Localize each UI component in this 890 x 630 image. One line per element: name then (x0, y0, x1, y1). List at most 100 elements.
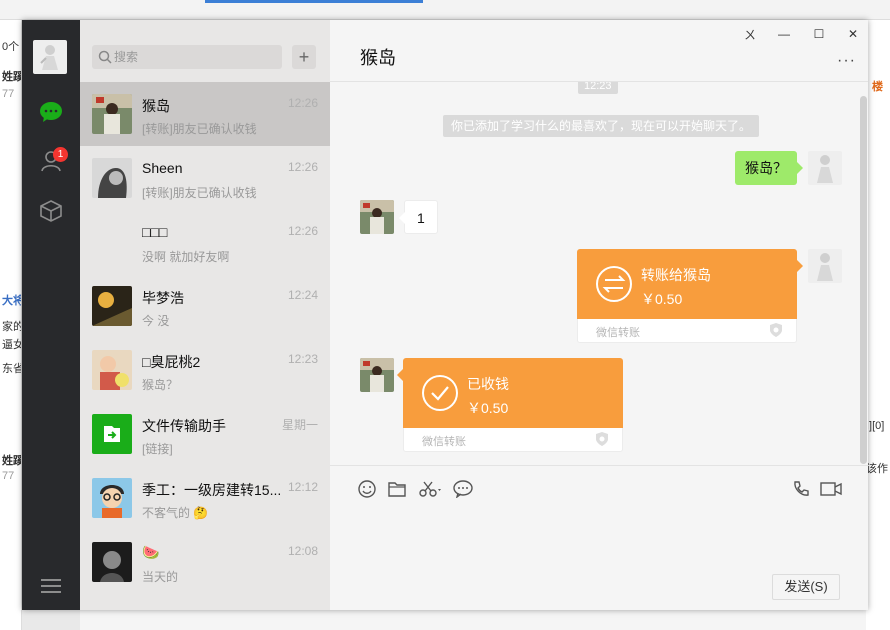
bg-text: 0个 (2, 41, 20, 53)
bg-text: 姓蹊 (2, 455, 22, 467)
contacts-badge: 1 (53, 147, 68, 162)
contact-avatar[interactable] (360, 200, 394, 234)
transfer-arrows-icon (595, 265, 633, 303)
background-right-window: 楼 I][0] 该作 (866, 20, 890, 630)
chat-name: □臭屁桃2 (142, 354, 201, 370)
chat-name: 🍉 (142, 544, 160, 560)
message-list: 12:23 你已添加了学习什么的最喜欢了，现在可以开始聊天了。 猴岛？ 1 转账… (330, 82, 868, 465)
minimize-button[interactable]: — (769, 24, 799, 44)
chat-preview: 不客气的 🤔 (142, 506, 209, 520)
chat-item-houdao[interactable]: 猴岛 12:26 [转账]朋友已确认收钱 (80, 82, 330, 146)
send-button[interactable]: 发送(S) (772, 574, 840, 600)
avatar (92, 350, 132, 390)
more-button[interactable]: ··· (837, 52, 856, 70)
wechat-window: 1 + 猴岛 12:26 [转账]朋友已确认收钱 (22, 20, 868, 610)
chat-preview: 没啊 就加好友啊 (142, 250, 230, 264)
chat-time: 12:26 (287, 96, 318, 110)
my-avatar[interactable] (808, 151, 842, 185)
add-button[interactable]: + (292, 45, 316, 69)
search-input[interactable] (114, 45, 274, 69)
bg-text: 77 (2, 88, 15, 100)
chat-item-choupitao[interactable]: □臭屁桃2 12:23 猴岛？ (80, 338, 330, 402)
chat-preview: [转账]朋友已确认收钱 (142, 186, 257, 200)
chat-preview: 当天的 (142, 570, 179, 584)
chat-preview: 猴岛？ (142, 378, 179, 392)
chat-time: 12:23 (287, 352, 318, 366)
avatar (92, 286, 132, 326)
chat-time: 12:26 (287, 224, 318, 238)
contact-message-bubble[interactable]: 1 (399, 200, 438, 234)
chat-time: 12:24 (287, 288, 318, 302)
check-circle-icon (421, 374, 459, 412)
close-button[interactable]: ✕ (838, 24, 868, 44)
background-bottom-strip (80, 608, 866, 630)
avatar[interactable] (33, 40, 67, 74)
menu-icon[interactable] (37, 572, 65, 600)
transfer-received-card[interactable]: 已收钱 ￥0.50 微信转账 (397, 358, 623, 452)
favorites-icon[interactable] (37, 197, 65, 225)
shield-icon (768, 322, 784, 338)
chat-item-bimenghao[interactable]: 毕梦浩 12:24 今 没 (80, 274, 330, 338)
chat-time: 12:26 (287, 160, 318, 174)
avatar (92, 222, 132, 262)
transfer-footer: 微信转账 (596, 327, 640, 339)
chat-name: □□□ (142, 224, 168, 240)
pin-icon[interactable]: ㄨ (735, 24, 765, 44)
file-transfer-icon (92, 414, 132, 454)
transfer-amount: ￥0.50 (467, 400, 509, 416)
transfer-title: 转账给猴岛 (641, 267, 711, 283)
chat-name: Sheen (142, 160, 183, 176)
avatar (92, 478, 132, 518)
chat-name: 毕梦浩 (142, 290, 184, 306)
chat-time: 12:12 (287, 480, 318, 494)
chat-time: 星期一 (281, 418, 318, 432)
sidebar-nav: 1 (22, 20, 80, 610)
bg-text: 东省 (2, 363, 22, 375)
message-scrollbar[interactable] (860, 96, 867, 464)
contact-avatar[interactable] (360, 358, 394, 392)
search-box (92, 45, 282, 69)
background-topbar (0, 0, 890, 20)
chat-item-watermelon[interactable]: 🍉 12:08 当天的 (80, 530, 330, 594)
bg-text: 逼女 (2, 339, 22, 351)
screenshot-scissors-icon[interactable] (418, 478, 444, 500)
emoji-icon[interactable] (356, 478, 378, 500)
chat-item-file-transfer[interactable]: 文件传输助手 星期一 [链接] (80, 402, 330, 466)
chat-time: 12:08 (287, 544, 318, 558)
maximize-button[interactable]: ☐ (804, 24, 834, 44)
folder-icon[interactable] (386, 478, 408, 500)
chat-history-icon[interactable] (452, 478, 474, 500)
shield-icon (594, 431, 610, 447)
transfer-out-card[interactable]: 转账给猴岛 ￥0.50 微信转账 (577, 249, 803, 343)
bg-text: 家的 (2, 321, 22, 333)
chat-name: 猴岛 (142, 98, 170, 114)
chat-header: 猴岛 ㄨ — ☐ ✕ ··· (330, 20, 868, 82)
my-avatar[interactable] (808, 249, 842, 283)
bg-text: 大将 (2, 295, 22, 307)
chat-list-panel: + 猴岛 12:26 [转账]朋友已确认收钱 Sheen 12:26 [转账]朋… (80, 20, 330, 610)
chat-preview: [链接] (142, 442, 173, 456)
bg-text: 楼 (872, 81, 883, 93)
avatar (92, 94, 132, 134)
chat-preview: 今 没 (142, 314, 170, 328)
bg-text: 该作 (866, 463, 888, 475)
chat-title: 猴岛 (360, 48, 396, 68)
avatar (92, 542, 132, 582)
chat-item-sheen[interactable]: Sheen 12:26 [转账]朋友已确认收钱 (80, 146, 330, 210)
background-left-window: 0个 姓蹊 77 大将 家的 逼女 东省 姓蹊 77 (0, 20, 22, 630)
input-area: 发送(S) (330, 465, 868, 610)
chat-item-unnamed[interactable]: □□□ 12:26 没啊 就加好友啊 (80, 210, 330, 274)
plus-icon: + (298, 47, 310, 67)
system-message: 你已添加了学习什么的最喜欢了，现在可以开始聊天了。 (443, 115, 760, 137)
avatar (92, 158, 132, 198)
bg-text: I][0] (866, 420, 885, 432)
bg-text: 77 (2, 470, 15, 482)
transfer-title: 已收钱 (467, 376, 509, 392)
chat-icon[interactable] (37, 98, 65, 126)
background-tab-indicator (205, 0, 423, 3)
my-message-bubble[interactable]: 猴岛？ (735, 151, 803, 185)
phone-icon[interactable] (790, 478, 812, 500)
chat-item-jigong[interactable]: 季工：一级房建转15... 12:12 不客气的 🤔 (80, 466, 330, 530)
time-divider: 12:23 (578, 82, 618, 94)
video-call-icon[interactable] (820, 478, 842, 500)
